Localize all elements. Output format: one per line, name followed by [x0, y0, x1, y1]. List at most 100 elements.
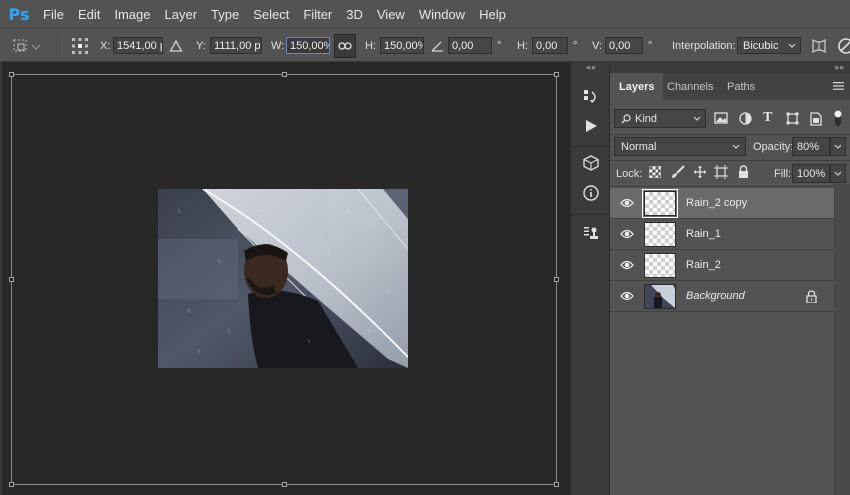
menu-layer[interactable]: Layer	[158, 7, 205, 22]
layer-thumbnail[interactable]	[644, 284, 676, 309]
link-icon[interactable]	[334, 34, 356, 58]
h-label: H:	[365, 40, 376, 52]
transform-handle-top-left[interactable]	[9, 72, 14, 77]
layer-name[interactable]: Rain_1	[686, 228, 721, 240]
canvas-area[interactable]	[0, 62, 570, 495]
opacity-dropdown[interactable]	[830, 137, 846, 156]
menu-file[interactable]: File	[36, 7, 71, 22]
warp-mode-icon[interactable]	[809, 36, 829, 56]
filter-adjustment-icon[interactable]	[739, 112, 753, 126]
opacity-label: Opacity:	[753, 141, 794, 153]
layer-thumbnail[interactable]	[642, 189, 678, 218]
visibility-eye-icon[interactable]	[620, 290, 634, 302]
lock-position-move-icon[interactable]	[693, 165, 707, 179]
menu-type[interactable]: Type	[204, 7, 246, 22]
transform-handle-bottom-right[interactable]	[554, 482, 559, 487]
visibility-eye-icon[interactable]	[620, 259, 634, 271]
menu-window[interactable]: Window	[412, 7, 472, 22]
skew-h-input[interactable]: 0,00	[532, 37, 568, 54]
skew-h-label: H:	[517, 40, 528, 52]
filter-shape-icon[interactable]	[786, 112, 800, 126]
info-icon[interactable]	[579, 182, 603, 204]
blend-mode-select[interactable]: Normal	[614, 137, 746, 156]
layer-row[interactable]: Rain_2	[610, 250, 834, 281]
transform-handle-top[interactable]	[282, 72, 287, 77]
layer-row[interactable]: Rain_2 copy	[610, 188, 834, 219]
filter-type-icon[interactable]: T	[763, 111, 777, 125]
filter-kind-select[interactable]: Kind	[614, 109, 706, 128]
skew-v-input[interactable]: 0,00	[605, 37, 643, 54]
lock-transparent-icon[interactable]	[649, 166, 663, 180]
blend-mode-value: Normal	[621, 140, 657, 153]
x-label: X:	[100, 40, 111, 52]
filter-pixel-icon[interactable]	[714, 112, 728, 126]
tab-channels[interactable]: Channels	[658, 73, 722, 100]
fill-input[interactable]: 100%	[792, 164, 830, 183]
interpolation-select[interactable]: Bicubic	[737, 37, 801, 54]
w-label: W:	[271, 40, 285, 52]
layer-row[interactable]: Background	[610, 281, 834, 312]
menu-help[interactable]: Help	[472, 7, 513, 22]
menu-edit[interactable]: Edit	[71, 7, 107, 22]
panel-tabs: Layers Channels Paths	[610, 73, 850, 100]
menu-image[interactable]: Image	[107, 7, 157, 22]
angle-input[interactable]: 0,00	[448, 37, 492, 54]
3d-icon[interactable]	[579, 152, 603, 174]
lock-pixels-brush-icon[interactable]	[671, 165, 685, 179]
layer-thumbnail[interactable]	[644, 222, 676, 247]
document-edge	[0, 62, 2, 495]
lock-all-icon[interactable]	[738, 165, 750, 179]
layer-name[interactable]: Background	[686, 290, 745, 302]
transform-handle-top-right[interactable]	[554, 72, 559, 77]
dock-separator	[571, 146, 611, 147]
lock-artboard-icon[interactable]	[714, 165, 728, 179]
opacity-input[interactable]: 80%	[792, 137, 830, 156]
layer-name[interactable]: Rain_2	[686, 259, 721, 271]
filter-smart-object-icon[interactable]	[810, 112, 824, 126]
panel-menu-icon[interactable]	[833, 81, 844, 91]
layer-thumbnail[interactable]	[644, 253, 676, 278]
filter-toggle-icon[interactable]	[833, 108, 845, 128]
skew-h-unit: °	[573, 40, 578, 52]
tab-layers[interactable]: Layers	[610, 73, 664, 100]
panel-divider	[610, 160, 850, 161]
chevron-down-icon	[834, 171, 842, 176]
search-icon	[621, 113, 631, 123]
layer-row[interactable]: Rain_1	[610, 219, 834, 250]
relative-position-icon[interactable]	[166, 36, 186, 56]
tab-paths[interactable]: Paths	[718, 73, 764, 100]
transform-handle-bottom[interactable]	[282, 482, 287, 487]
fill-dropdown[interactable]	[830, 164, 846, 183]
tool-preset-icon[interactable]	[8, 36, 42, 56]
transform-handle-left[interactable]	[9, 277, 14, 282]
layer-list: Rain_2 copy Rain_1 Rain_2 Background	[610, 188, 834, 318]
visibility-eye-icon[interactable]	[620, 228, 634, 240]
y-label: Y:	[196, 40, 206, 52]
menu-3d[interactable]: 3D	[339, 7, 370, 22]
menu-view[interactable]: View	[370, 7, 412, 22]
menu-filter[interactable]: Filter	[296, 7, 339, 22]
panel-top-strip: »»	[610, 62, 850, 73]
angle-unit: °	[497, 40, 502, 52]
clone-source-icon[interactable]	[579, 222, 603, 244]
reference-point-icon[interactable]	[70, 36, 90, 56]
transform-handle-right[interactable]	[554, 277, 559, 282]
actions-play-icon[interactable]	[579, 115, 603, 137]
width-input[interactable]: 150,00%	[286, 37, 330, 54]
history-icon[interactable]	[579, 86, 603, 108]
interpolation-value: Bicubic	[743, 39, 779, 52]
expand-panel-button[interactable]: »»	[834, 62, 844, 73]
visibility-eye-icon[interactable]	[620, 197, 634, 209]
y-input[interactable]: 1111,00 px	[210, 37, 262, 54]
angle-icon	[427, 36, 447, 56]
interpolation-label: Interpolation:	[672, 40, 736, 52]
layer-list-scrollbar[interactable]	[834, 184, 850, 495]
transform-handle-bottom-left[interactable]	[9, 482, 14, 487]
layer-name[interactable]: Rain_2 copy	[686, 197, 747, 209]
menu-select[interactable]: Select	[246, 7, 296, 22]
collapse-dock-button[interactable]: ««	[571, 62, 611, 73]
document-photo	[158, 189, 408, 368]
height-input[interactable]: 150,00%	[380, 37, 424, 54]
x-input[interactable]: 1541,00 px	[113, 37, 163, 54]
cancel-transform-icon[interactable]	[836, 36, 850, 56]
